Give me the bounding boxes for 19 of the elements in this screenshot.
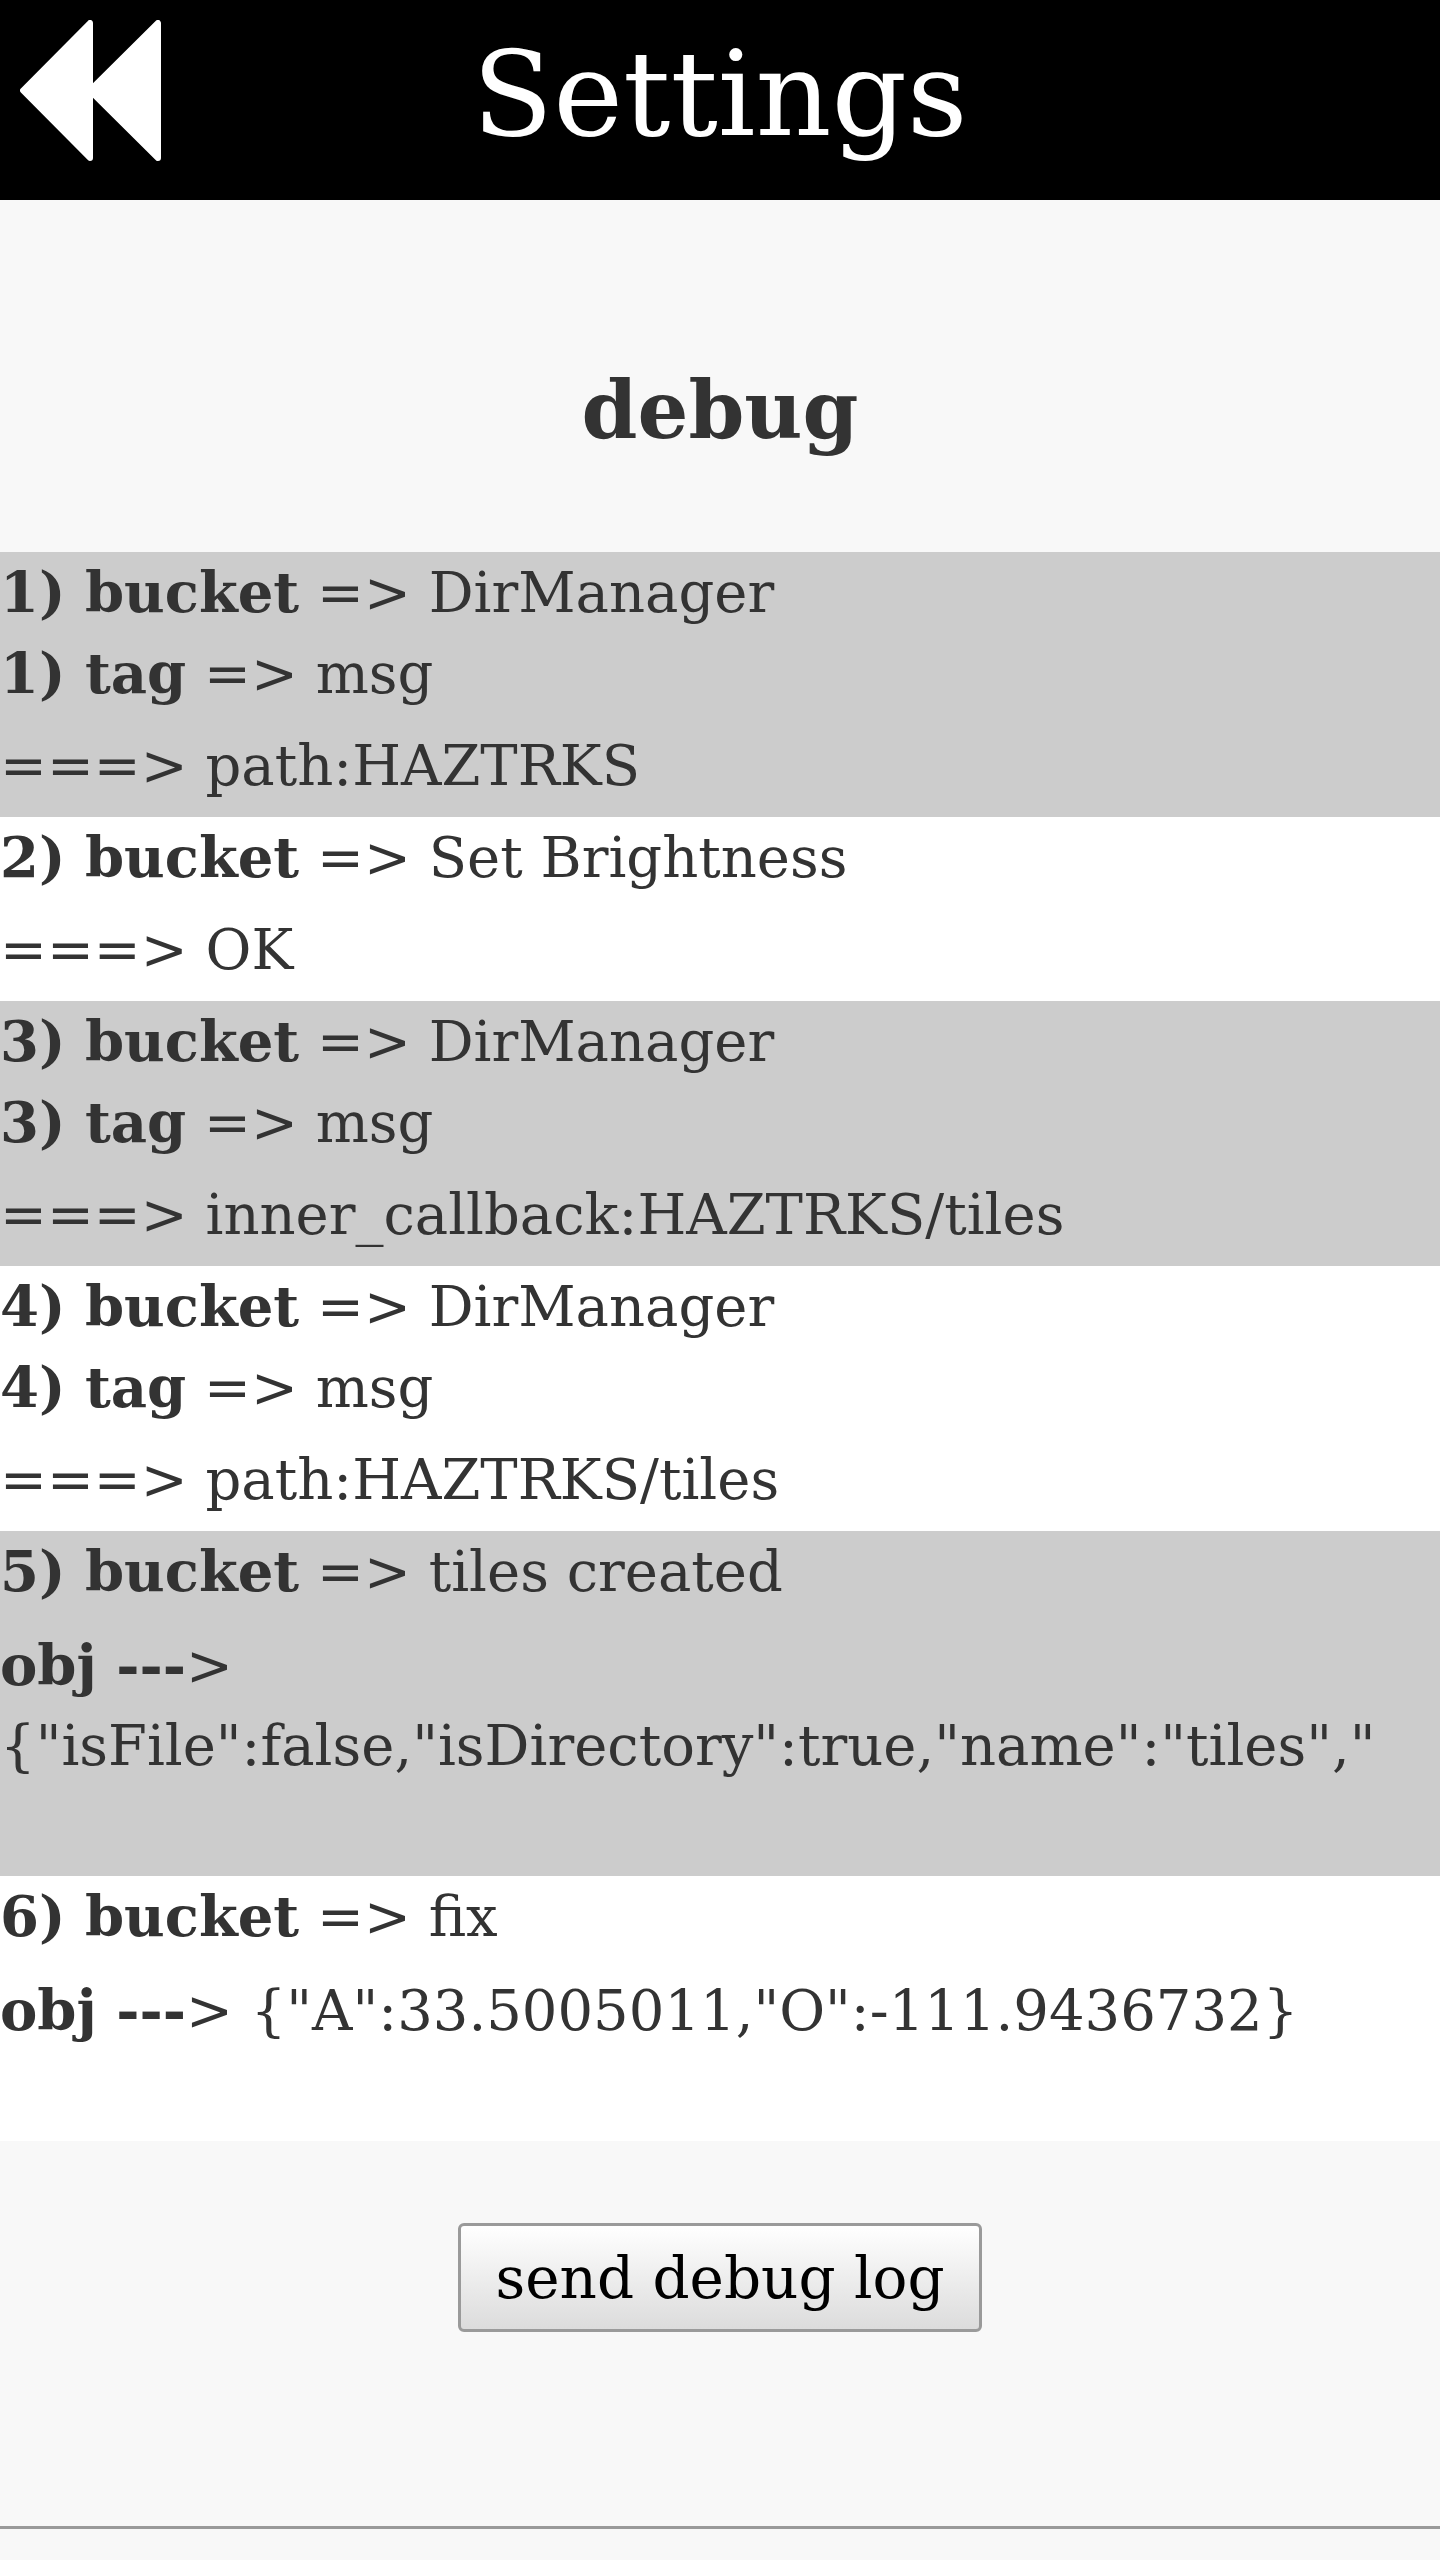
log-line: 4) tag => msg [0,1353,434,1422]
log-result: ===> path:HAZTRKS [0,732,641,800]
back-icon[interactable] [20,20,161,161]
log-result: ===> path:HAZTRKS/tiles [0,1446,780,1514]
log-result: obj ---> {"isFile":false,"isDirectory":true,"name":"tiles"," [0,1631,1377,1780]
log-result: ===> OK [0,916,294,984]
log-result: ===> inner_callback:HAZTRKS/tiles [0,1181,1065,1249]
log-result: obj ---> {"A":33.5005011,"O":-111.9436732} [0,1976,1299,2045]
log-line: 1) bucket => DirManager [0,558,775,627]
log-line: 5) bucket => tiles created [0,1537,783,1606]
log-line: 2) bucket => Set Brightness [0,823,848,892]
send-debug-log-button[interactable]: send debug log [458,2223,982,2332]
log-line: 6) bucket => fix [0,1882,498,1951]
log-line: 1) tag => msg [0,639,434,708]
log-line: 4) bucket => DirManager [0,1272,775,1341]
log-line: 3) tag => msg [0,1088,434,1157]
page-title: Settings [472,29,968,159]
log-line: 3) bucket => DirManager [0,1007,775,1076]
section-heading: debug [581,362,859,459]
